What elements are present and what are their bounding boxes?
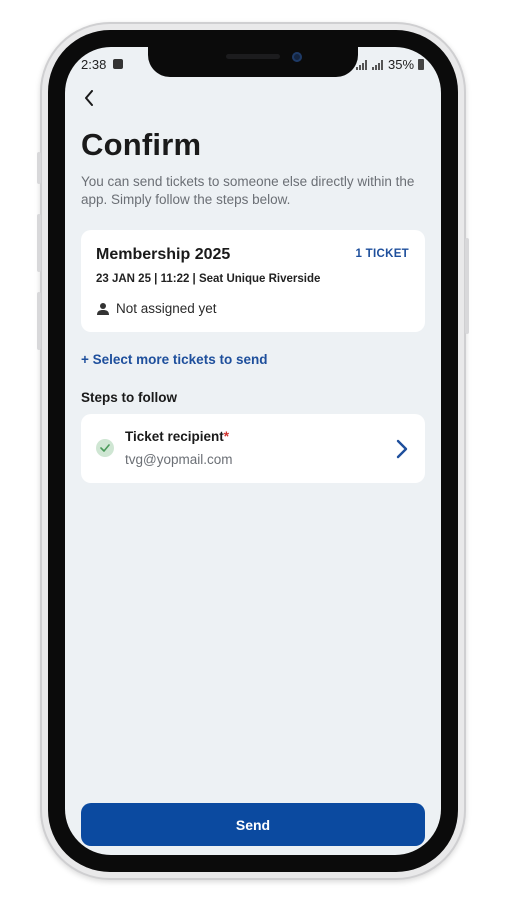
back-button[interactable] (78, 87, 100, 109)
side-button-volume-up (37, 214, 41, 272)
recipient-email: tvg@yopmail.com (125, 452, 233, 467)
back-arrow-icon (85, 90, 93, 106)
battery-icon (418, 59, 425, 70)
step-ticket-recipient[interactable]: Ticket recipient* tvg@yopmail.com (81, 414, 425, 483)
ticket-card: Membership 2025 1 TICKET 23 JAN 25 | 11:… (81, 230, 425, 332)
gallery-notification-icon (113, 59, 123, 69)
ticket-count-badge: 1 TICKET (355, 248, 409, 260)
chevron-right-icon (396, 439, 408, 459)
assignment-row: Not assigned yet (96, 301, 217, 316)
send-button[interactable]: Send (81, 803, 425, 846)
assignment-status: Not assigned yet (116, 301, 217, 316)
person-icon (97, 302, 109, 315)
required-mark: * (223, 429, 230, 444)
speaker (226, 54, 280, 59)
check-icon (96, 439, 114, 457)
step-label-text: Ticket recipient (125, 429, 224, 444)
battery-percent: 35% (388, 57, 415, 72)
ticket-details: 23 JAN 25 | 11:22 | Seat Unique Riversid… (96, 273, 321, 285)
status-time: 2:38 (81, 57, 107, 72)
ticket-name: Membership 2025 (96, 246, 231, 263)
steps-heading: Steps to follow (81, 390, 177, 405)
side-button-silent (37, 152, 41, 184)
status-indicators: 35% (356, 57, 425, 72)
side-button-volume-down (37, 292, 41, 350)
page-subtitle: You can send tickets to someone else dir… (81, 174, 415, 207)
step-label: Ticket recipient* (125, 429, 229, 444)
signal-icon (372, 59, 384, 70)
select-more-tickets-link[interactable]: + Select more tickets to send (81, 352, 267, 367)
side-button-power (465, 238, 469, 334)
signal-icon (356, 59, 368, 70)
front-camera (292, 52, 302, 62)
notch (148, 47, 358, 77)
page-title: Confirm (81, 127, 202, 162)
